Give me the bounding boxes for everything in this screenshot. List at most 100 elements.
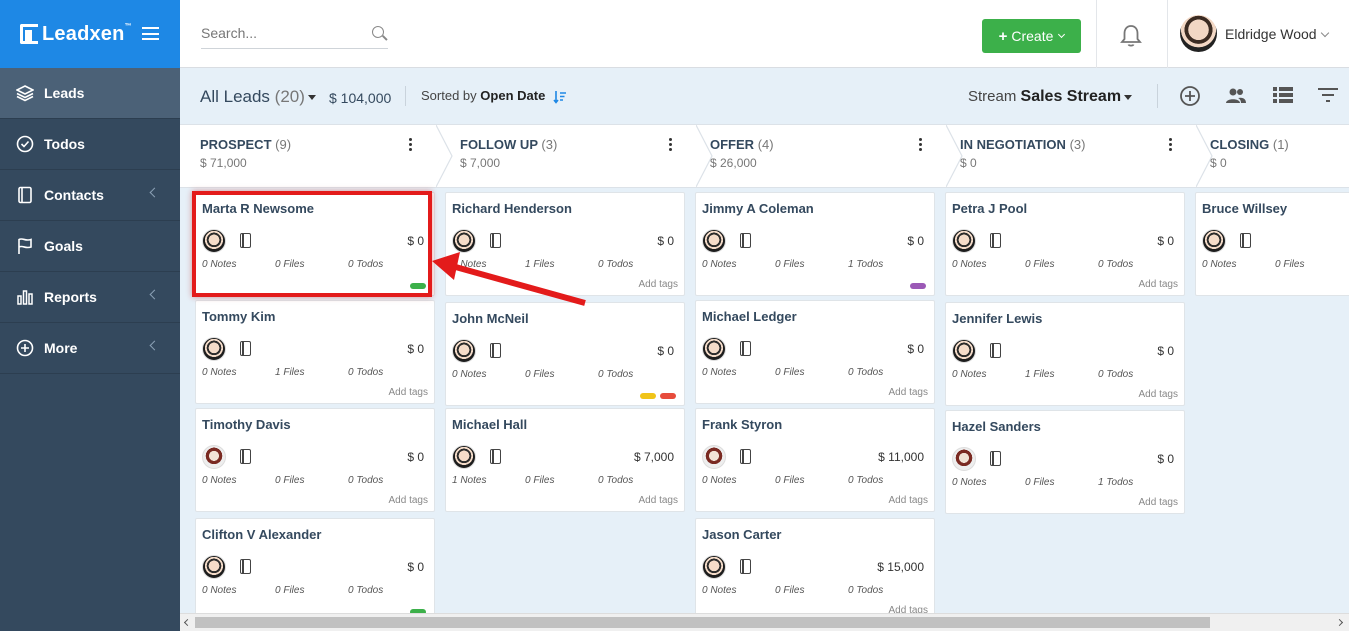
lead-card[interactable]: Jennifer Lewis $ 0 0 Notes 1 Files 0 Todos Ad… [945, 302, 1185, 406]
lead-name[interactable]: Jimmy A Coleman [702, 201, 814, 216]
lead-name[interactable]: Timothy Davis [202, 417, 291, 432]
add-tags-link[interactable]: Add tags [639, 495, 678, 506]
bell-icon[interactable] [1120, 24, 1142, 48]
more-vertical-icon[interactable] [919, 138, 923, 153]
add-tags-link[interactable]: Add tags [1139, 497, 1178, 508]
owner-avatar [202, 445, 226, 469]
user-avatar[interactable] [1180, 15, 1217, 52]
user-menu-chevron-icon[interactable] [1320, 28, 1330, 38]
sidebar-item-todos[interactable]: Todos [0, 119, 180, 170]
add-tags-link[interactable]: Add tags [1139, 389, 1178, 400]
sidebar-item-more[interactable]: More [0, 323, 180, 374]
add-tags-link[interactable]: Add tags [389, 387, 428, 398]
stream-selector[interactable]: Stream Sales Stream [968, 88, 1133, 106]
contact-book-icon[interactable] [740, 233, 751, 248]
lead-card[interactable]: Hazel Sanders $ 0 0 Notes 0 Files 1 Todos Add… [945, 410, 1185, 514]
leadxen-logo-icon [20, 24, 38, 44]
lead-card[interactable]: Petra J Pool $ 0 0 Notes 0 Files 0 Todos Add … [945, 192, 1185, 296]
add-tags-link[interactable]: Add tags [889, 387, 928, 398]
search-icon[interactable] [372, 26, 384, 38]
sidebar-item-label: Reports [44, 289, 97, 305]
lead-card[interactable]: Clifton V Alexander $ 0 0 Notes 0 Files 0 To… [195, 518, 435, 613]
lead-name[interactable]: Clifton V Alexander [202, 527, 321, 542]
search-input[interactable] [201, 22, 361, 41]
stage-closing[interactable]: CLOSING (1) $ 0 [1190, 125, 1349, 187]
more-vertical-icon[interactable] [1169, 138, 1173, 153]
scrollbar-thumb[interactable] [195, 617, 1210, 628]
lead-card[interactable]: Jimmy A Coleman $ 0 0 Notes 0 Files 1 Todos [695, 192, 935, 296]
lead-name[interactable]: Michael Hall [452, 417, 527, 432]
contact-book-icon[interactable] [490, 449, 501, 464]
lead-amount: $ 0 [657, 234, 674, 248]
lead-name[interactable]: Frank Styron [702, 417, 782, 432]
add-tags-link[interactable]: Add tags [639, 279, 678, 290]
contact-book-icon[interactable] [240, 449, 251, 464]
lead-card[interactable]: Frank Styron $ 11,000 0 Notes 0 Files 0 Todo… [695, 408, 935, 512]
sidebar-item-leads[interactable]: Leads [0, 68, 180, 119]
lead-card[interactable]: Timothy Davis $ 0 0 Notes 0 Files 0 Todos Add… [195, 408, 435, 512]
contact-book-icon[interactable] [1240, 233, 1251, 248]
contact-book-icon[interactable] [490, 343, 501, 358]
scroll-right-icon[interactable] [1335, 618, 1344, 627]
sidebar-item-contacts[interactable]: Contacts [0, 170, 180, 221]
tag-color-bar[interactable] [640, 393, 656, 399]
contact-book-icon[interactable] [990, 343, 1001, 358]
sidebar-item-reports[interactable]: Reports [0, 272, 180, 323]
stage-title: CLOSING (1) [1210, 137, 1289, 152]
lead-card[interactable]: Jason Carter $ 15,000 0 Notes 0 Files 0 Todo… [695, 518, 935, 613]
lead-amount: $ 0 [1157, 452, 1174, 466]
lead-name[interactable]: Michael Ledger [702, 309, 797, 324]
tag-color-bar[interactable] [660, 393, 676, 399]
contact-book-icon[interactable] [990, 233, 1001, 248]
contact-book-icon[interactable] [240, 559, 251, 574]
lead-card[interactable]: Tommy Kim $ 0 0 Notes 1 Files 0 Todos Add tag… [195, 300, 435, 404]
brand-name[interactable]: Leadxen™ [42, 23, 132, 46]
sidebar-item-goals[interactable]: Goals [0, 221, 180, 272]
toolbar-divider [405, 86, 406, 106]
more-vertical-icon[interactable] [409, 138, 413, 153]
lead-name[interactable]: Petra J Pool [952, 201, 1027, 216]
scroll-left-icon[interactable] [183, 618, 192, 627]
more-vertical-icon[interactable] [669, 138, 673, 153]
lead-name[interactable]: Jason Carter [702, 527, 781, 542]
stage-in-negotiation[interactable]: IN NEGOTIATION (3) $ 0 [940, 125, 1213, 187]
add-tags-link[interactable]: Add tags [389, 495, 428, 506]
lead-name[interactable]: John McNeil [452, 311, 529, 326]
lead-name[interactable]: Hazel Sanders [952, 419, 1041, 434]
stage-follow-up[interactable]: FOLLOW UP (3) $ 7,000 [440, 125, 713, 187]
hamburger-menu-icon[interactable] [142, 27, 159, 40]
lead-name[interactable]: Richard Henderson [452, 201, 572, 216]
add-tags-link[interactable]: Add tags [1139, 279, 1178, 290]
tag-color-bar[interactable] [910, 283, 926, 289]
contact-book-icon[interactable] [740, 559, 751, 574]
lead-card[interactable]: Bruce Willsey 0 Notes 0 Files [1195, 192, 1349, 296]
lead-name[interactable]: Bruce Willsey [1202, 201, 1287, 216]
add-circle-icon[interactable] [1179, 85, 1201, 107]
owner-avatar [952, 447, 976, 471]
brand-bar: Leadxen™ [0, 0, 180, 68]
stage-offer[interactable]: OFFER (4) $ 26,000 [690, 125, 963, 187]
contact-book-icon[interactable] [990, 451, 1001, 466]
view-selector[interactable]: All Leads (20) [200, 87, 316, 107]
sort-prefix: Sorted by [421, 88, 477, 103]
filter-icon[interactable] [1318, 88, 1338, 102]
sort-descending-icon[interactable] [553, 90, 567, 104]
contact-book-icon[interactable] [740, 341, 751, 356]
stage-prospect[interactable]: PROSPECT (9) $ 71,000 [180, 125, 453, 187]
create-button[interactable]: + Create [982, 19, 1081, 53]
add-tags-link[interactable]: Add tags [889, 495, 928, 506]
lead-name[interactable]: Tommy Kim [202, 309, 275, 324]
add-tags-link[interactable]: Add tags [889, 605, 928, 613]
user-name[interactable]: Eldridge Wood [1225, 26, 1317, 42]
horizontal-scrollbar[interactable] [180, 613, 1349, 631]
contact-book-icon[interactable] [240, 341, 251, 356]
sort-control[interactable]: Sorted by Open Date [421, 88, 567, 104]
lead-card[interactable]: John McNeil $ 0 0 Notes 0 Files 0 Todos [445, 302, 685, 406]
contact-book-icon[interactable] [740, 449, 751, 464]
contact-book-icon[interactable] [490, 233, 501, 248]
lead-name[interactable]: Jennifer Lewis [952, 311, 1042, 326]
lead-card[interactable]: Michael Ledger $ 0 0 Notes 0 Files 0 Todos Ad… [695, 300, 935, 404]
list-view-icon[interactable] [1273, 87, 1293, 103]
lead-card[interactable]: Michael Hall $ 7,000 1 Notes 0 Files 0 Todos… [445, 408, 685, 512]
users-icon[interactable] [1225, 87, 1247, 105]
